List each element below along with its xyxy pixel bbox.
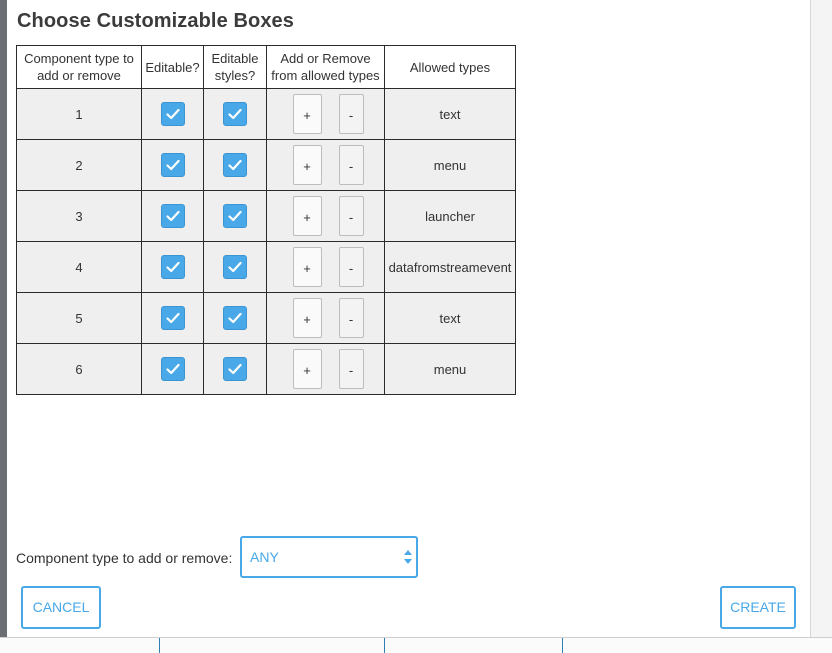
customizable-boxes-dialog: Choose Customizable Boxes Component type… [7,0,811,637]
component-table: Component type to add or remove Editable… [16,45,516,395]
allowed-types-cell: launcher [384,190,516,242]
allowed-types-cell: menu [384,139,516,191]
component-type-cell: 4 [16,241,142,293]
editable-checkbox[interactable] [160,357,185,381]
component-type-select-value: ANY [250,549,279,565]
allowed-types-cell: text [384,88,516,140]
editable-cell [141,343,204,395]
editable-checkbox[interactable] [160,102,185,126]
editable-checkbox[interactable] [160,153,185,177]
remove-type-button[interactable]: - [338,145,364,185]
add-type-button[interactable]: + [292,349,322,389]
component-type-cell: 6 [16,343,142,395]
component-type-select[interactable]: ANY [240,536,418,578]
editable-checkbox[interactable] [160,306,185,330]
add-remove-cell: + - [266,343,385,395]
add-type-button[interactable]: + [292,145,322,185]
editable-styles-cell [203,190,267,242]
editable-styles-checkbox[interactable] [223,153,247,177]
editable-styles-checkbox[interactable] [223,102,247,126]
add-type-button[interactable]: + [292,94,322,134]
component-type-cell: 5 [16,292,142,344]
remove-type-button[interactable]: - [338,247,364,287]
add-type-button[interactable]: + [292,247,322,287]
remove-type-button[interactable]: - [338,196,364,236]
add-remove-cell: + - [266,88,385,140]
editable-styles-checkbox[interactable] [223,255,247,279]
dialog-title: Choose Customizable Boxes [17,10,295,32]
table-row: 2 + - menu [16,139,516,191]
remove-type-button[interactable]: - [338,349,364,389]
table-row: 6 + - menu [16,343,516,395]
cancel-button[interactable]: CANCEL [21,586,101,629]
editable-cell [141,88,204,140]
editable-styles-checkbox[interactable] [223,357,247,381]
editable-styles-checkbox[interactable] [223,204,247,228]
editable-styles-cell [203,343,267,395]
add-remove-cell: + - [266,190,385,242]
background-app-bottom [0,637,832,653]
editable-checkbox[interactable] [160,255,185,279]
editable-styles-cell [203,241,267,293]
component-type-cell: 2 [16,139,142,191]
add-remove-cell: + - [266,292,385,344]
editable-checkbox[interactable] [160,204,185,228]
updown-arrows-icon [404,550,412,564]
add-remove-cell: + - [266,139,385,191]
remove-type-button[interactable]: - [338,298,364,338]
table-row: 3 + - launcher [16,190,516,242]
column-header-add-remove: Add or Remove from allowed types [266,45,385,89]
column-header-component-type: Component type to add or remove [16,45,142,89]
editable-cell [141,241,204,293]
background-divider [159,638,160,653]
add-type-button[interactable]: + [292,298,322,338]
column-header-editable-styles: Editable styles? [203,45,267,89]
table-header-row: Component type to add or remove Editable… [16,45,516,89]
editable-styles-cell [203,88,267,140]
column-header-allowed-types: Allowed types [384,45,516,89]
component-type-cell: 3 [16,190,142,242]
allowed-types-cell: menu [384,343,516,395]
editable-cell [141,292,204,344]
background-divider [384,638,385,653]
background-divider [562,638,563,653]
table-row: 5 + - text [16,292,516,344]
background-app-left [0,0,7,652]
component-type-cell: 1 [16,88,142,140]
editable-cell [141,139,204,191]
create-button[interactable]: CREATE [720,586,796,629]
editable-cell [141,190,204,242]
component-type-label: Component type to add or remove: [16,550,233,566]
editable-styles-cell [203,292,267,344]
add-remove-cell: + - [266,241,385,293]
table-row: 4 + - datafromstreamevent [16,241,516,293]
column-header-editable: Editable? [141,45,204,89]
remove-type-button[interactable]: - [338,94,364,134]
background-app-right [810,0,832,652]
add-type-button[interactable]: + [292,196,322,236]
editable-styles-checkbox[interactable] [223,306,247,330]
editable-styles-cell [203,139,267,191]
table-row: 1 + - text [16,88,516,140]
allowed-types-cell: text [384,292,516,344]
allowed-types-cell: datafromstreamevent [384,241,516,293]
